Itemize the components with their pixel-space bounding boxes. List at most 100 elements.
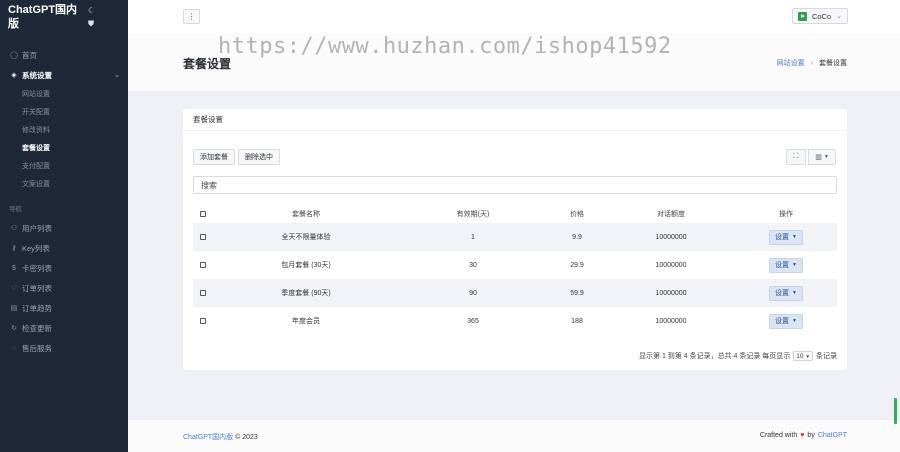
sidebar-item-label: 售后服务 xyxy=(22,343,52,353)
dollar-icon: $ xyxy=(12,264,16,272)
sidebar-item-label: 订单趋势 xyxy=(22,303,52,313)
action-cell: 设置 ▼ xyxy=(735,307,837,335)
shield-icon[interactable]: ⛊ xyxy=(88,17,98,30)
top-header: ⋮ CoCo ⌄ xyxy=(128,0,900,33)
pagination-text: 显示第 1 到第 4 条记录，总共 4 条记录 每页显示 xyxy=(639,353,791,360)
menu-toggle-button[interactable]: ⋮ xyxy=(183,9,200,24)
add-package-button[interactable]: 添加套餐 xyxy=(193,149,235,165)
user-logo-icon xyxy=(797,11,807,21)
settings-dropdown-button[interactable]: 设置 ▼ xyxy=(769,257,803,273)
sidebar-item-cards[interactable]: $ 卡密列表 xyxy=(0,258,128,278)
sidebar-item-label: 用户列表 xyxy=(22,223,52,233)
sidebar: ChatGPT国内版 ☾ ⛊ ◯ 首页 ◈ 系统设置 ⌄ 网站设置 开关配置 修… xyxy=(0,0,128,452)
caret-down-icon: ▼ xyxy=(792,262,797,268)
moon-icon[interactable]: ☾ xyxy=(88,4,98,17)
select-all-checkbox[interactable] xyxy=(200,210,206,217)
search-input[interactable]: 搜索 xyxy=(193,176,837,194)
sidebar-subitem-payment-config[interactable]: 支付配置 xyxy=(0,157,128,175)
package-table: 套餐名称 有效期(天) 价格 对话额度 操作 全天不限量体验 1 9.9 100… xyxy=(193,205,837,335)
package-price: 59.9 xyxy=(570,289,584,297)
settings-label: 设置 xyxy=(775,290,790,297)
row-checkbox[interactable] xyxy=(200,289,206,296)
more-vertical-icon: ⋮ xyxy=(187,12,196,21)
package-price: 188 xyxy=(571,317,583,325)
columns-toggle-button[interactable]: ▥ ▼ xyxy=(808,149,836,165)
settings-dropdown-button[interactable]: 设置 ▼ xyxy=(769,229,803,245)
sidebar-item-users[interactable]: ⚇ 用户列表 xyxy=(0,218,128,238)
settings-label: 设置 xyxy=(775,318,790,325)
column-header[interactable]: 有效期(天) xyxy=(399,205,547,223)
package-name: 包月套餐 (30天) xyxy=(281,262,331,269)
sidebar-subitem-edit-profile[interactable]: 修改资料 xyxy=(0,121,128,139)
scroll-indicator[interactable] xyxy=(894,398,897,424)
row-checkbox[interactable] xyxy=(200,233,206,240)
settings-label: 设置 xyxy=(775,262,790,269)
row-select-cell xyxy=(193,223,213,251)
package-name: 全天不限量体验 xyxy=(281,234,331,241)
brand-icons: ☾ ⛊ xyxy=(88,4,98,30)
pagination-suffix: 条记录 xyxy=(816,353,837,360)
sidebar-item-label: 系统设置 xyxy=(22,70,52,80)
row-select-cell xyxy=(193,251,213,279)
sidebar-item-label: 检查更新 xyxy=(22,323,52,333)
chevron-down-icon: ⌄ xyxy=(114,72,120,79)
pagination-info: 显示第 1 到第 4 条记录，总共 4 条记录 每页显示 10 ▼ 条记录 xyxy=(639,351,837,361)
package-name: 年度会员 xyxy=(292,318,320,325)
caret-down-icon: ▼ xyxy=(792,318,797,324)
select-all-cell xyxy=(193,205,213,223)
row-checkbox[interactable] xyxy=(200,261,206,268)
sidebar-subitem-copy-settings[interactable]: 文案设置 xyxy=(0,175,128,193)
row-select-cell xyxy=(193,279,213,307)
settings-dropdown-button[interactable]: 设置 ▼ xyxy=(769,313,803,329)
sidebar-subitem-site-settings[interactable]: 网站设置 xyxy=(0,85,128,103)
sidebar-subitem-switch-config[interactable]: 开关配置 xyxy=(0,103,128,121)
footer-brand-link[interactable]: ChatGPT国内版 xyxy=(183,434,233,441)
column-header[interactable]: 价格 xyxy=(547,205,607,223)
row-checkbox[interactable] xyxy=(200,317,206,324)
column-header: 操作 xyxy=(779,211,793,218)
support-icon: ◌ xyxy=(11,344,17,352)
sidebar-item-order-trend[interactable]: ▤ 订单趋势 xyxy=(0,298,128,318)
sidebar-item-support[interactable]: ◌ 售后服务 xyxy=(0,338,128,358)
package-quota: 10000000 xyxy=(655,289,687,297)
table-row: 季度套餐 (90天) 90 59.9 10000000 设置 ▼ xyxy=(193,279,837,307)
layers-icon: ◈ xyxy=(11,72,17,79)
breadcrumb-link[interactable]: 网站设置 xyxy=(777,58,805,68)
action-cell: 设置 ▼ xyxy=(735,279,837,307)
row-select-cell xyxy=(193,307,213,335)
fullscreen-icon: ⛶ xyxy=(793,153,799,160)
sidebar-section-label: 导航 xyxy=(9,206,22,213)
package-quota: 10000000 xyxy=(655,233,687,241)
user-menu-button[interactable]: CoCo ⌄ xyxy=(791,8,848,24)
sidebar-item-label: Key列表 xyxy=(22,243,50,253)
fullscreen-button[interactable]: ⛶ xyxy=(786,149,806,165)
sidebar-item-check-update[interactable]: ↻ 检查更新 xyxy=(0,318,128,338)
sidebar-item-home[interactable]: ◯ 首页 xyxy=(0,45,128,65)
column-header[interactable]: 对话额度 xyxy=(607,205,735,223)
sidebar-item-orders[interactable]: ♡ 订单列表 xyxy=(0,278,128,298)
delete-selected-button[interactable]: 删除选中 xyxy=(238,149,280,165)
action-cell: 设置 ▼ xyxy=(735,223,837,251)
table-row: 全天不限量体验 1 9.9 10000000 设置 ▼ xyxy=(193,223,837,251)
breadcrumb-separator-icon: › xyxy=(810,59,813,67)
heart-outline-icon: ♡ xyxy=(10,285,18,292)
sidebar-subitem-package-settings[interactable]: 套餐设置 xyxy=(0,139,128,157)
sidebar-item-label: 首页 xyxy=(22,50,37,60)
sidebar-item-keys[interactable]: ⚷ Key列表 xyxy=(0,238,128,258)
watermark: https://www.huzhan.com/ishop41592 xyxy=(218,34,672,59)
page-size-select[interactable]: 10 ▼ xyxy=(793,351,813,361)
settings-dropdown-button[interactable]: 设置 ▼ xyxy=(769,285,803,301)
users-icon: ⚇ xyxy=(10,225,18,232)
package-name: 季度套餐 (90天) xyxy=(281,290,331,297)
table-row: 包月套餐 (30天) 30 29.9 10000000 设置 ▼ xyxy=(193,251,837,279)
username: CoCo xyxy=(811,11,832,21)
package-quota: 10000000 xyxy=(655,261,687,269)
package-days: 90 xyxy=(469,289,477,297)
author-link[interactable]: ChatGPT xyxy=(818,432,847,439)
caret-down-icon: ▼ xyxy=(823,154,829,160)
sidebar-item-system-settings[interactable]: ◈ 系统设置 ⌄ xyxy=(0,65,128,85)
package-price: 29.9 xyxy=(570,261,584,269)
column-header[interactable]: 套餐名称 xyxy=(213,205,399,223)
settings-label: 设置 xyxy=(775,234,790,241)
sidebar-item-label: 订单列表 xyxy=(22,283,52,293)
